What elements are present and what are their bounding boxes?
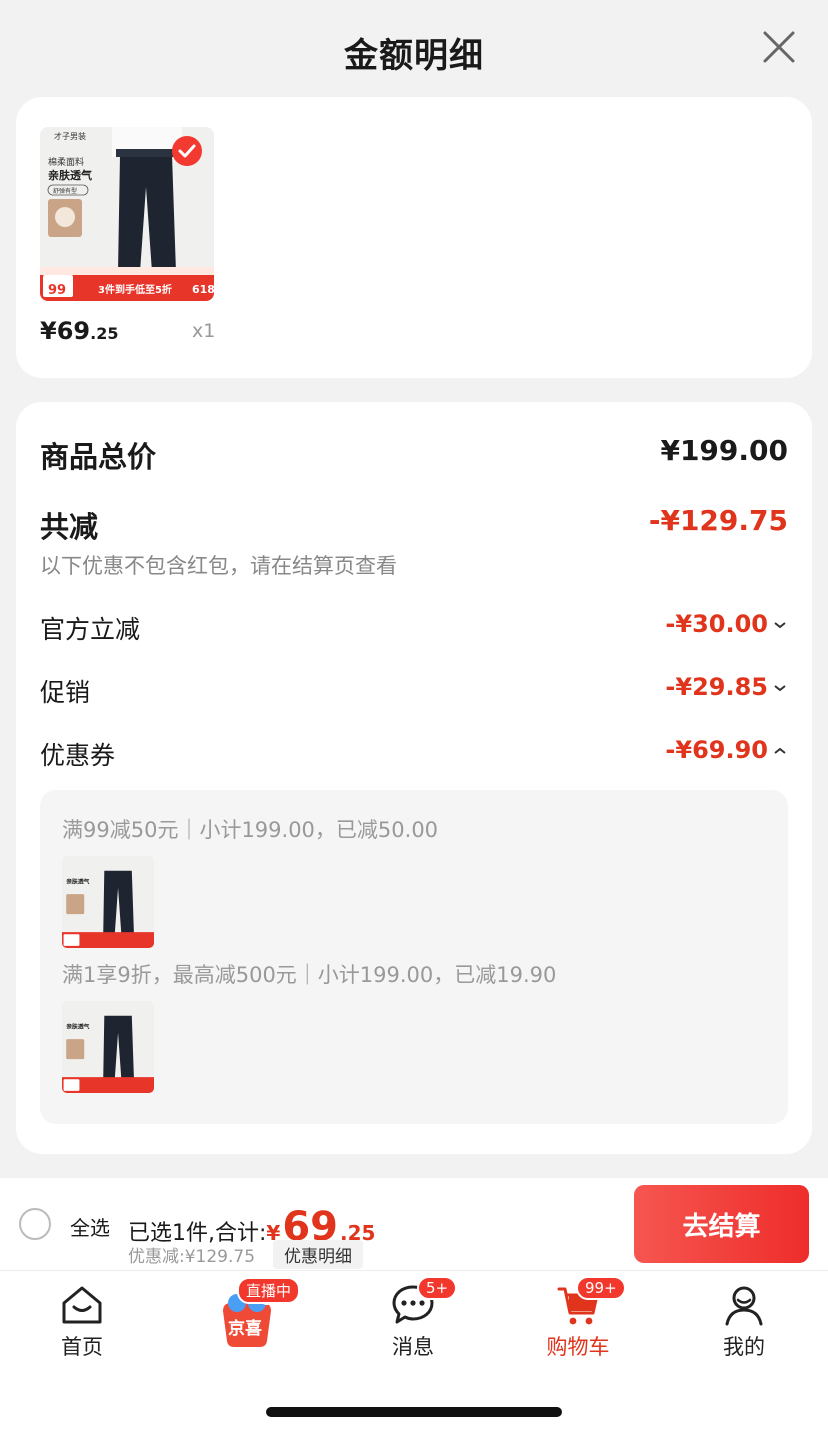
svg-text:亲肤透气: 亲肤透气	[48, 168, 92, 182]
discount-row: 共减 -¥129.75	[40, 504, 788, 544]
product-price: ¥69.25	[40, 317, 118, 345]
select-all-radio[interactable]	[19, 1208, 51, 1240]
coupon-details: 满99减50元｜小计199.00，已减50.00 亲肤透气 满1享9折，最高减5…	[40, 790, 788, 1124]
checkout-bar: 全选 已选1件,合计: ¥ 69 .25 优惠减:¥129.75 优惠明细 去结…	[0, 1178, 828, 1270]
product-quantity: x1	[192, 320, 216, 342]
discount-detail-button[interactable]: 优惠明细	[273, 1240, 363, 1269]
tab-profile[interactable]: 我的	[684, 1271, 804, 1371]
coupon-product-image: 亲肤透气	[62, 856, 154, 948]
select-all-label[interactable]: 全选	[70, 1212, 110, 1241]
live-badge: 直播中	[237, 1277, 301, 1304]
discount-item-official[interactable]: 官方立减 -¥30.00	[40, 610, 788, 646]
profile-icon	[725, 1286, 763, 1326]
discount-item-label: 优惠券	[40, 741, 116, 770]
discount-item-value: -¥29.85	[665, 673, 788, 701]
tab-label: 首页	[61, 1335, 103, 1359]
total-row: 商品总价 ¥199.00	[40, 434, 788, 474]
tab-home[interactable]: 首页	[22, 1271, 142, 1371]
page-title: 金额明细	[344, 36, 484, 76]
svg-text:3件到手低至5折: 3件到手低至5折	[98, 283, 172, 296]
discount-label: 共减	[40, 510, 99, 544]
checked-icon[interactable]	[171, 135, 203, 167]
coupon-product-image: 亲肤透气	[62, 1001, 154, 1093]
tab-messages[interactable]: 5+ 消息	[353, 1271, 473, 1371]
svg-text:99: 99	[48, 283, 66, 298]
discount-item-value: -¥69.90	[665, 736, 788, 764]
total-label: 商品总价	[40, 440, 157, 474]
tab-cart[interactable]: 99+ 购物车	[518, 1271, 638, 1371]
svg-text:618: 618	[192, 283, 214, 296]
tab-label: 我的	[723, 1335, 765, 1359]
tab-jingxi[interactable]: 京喜 直播中	[187, 1271, 307, 1371]
tab-label: 购物车	[546, 1335, 610, 1359]
tab-label: 京喜	[228, 1318, 262, 1339]
discount-item-label: 促销	[40, 678, 91, 707]
chevron-up-icon	[774, 747, 786, 754]
product-price-int: ¥69	[40, 317, 91, 345]
discount-value: -¥129.75	[648, 504, 788, 537]
close-icon[interactable]	[762, 30, 796, 64]
message-badge: 5+	[417, 1276, 458, 1300]
discount-item-promo[interactable]: 促销 -¥29.85	[40, 673, 788, 709]
discount-note: 以下优惠不包含红包，请在结算页查看	[40, 554, 397, 578]
summary-card: 商品总价 ¥199.00 共减 -¥129.75 以下优惠不包含红包，请在结算页…	[16, 402, 812, 1154]
svg-text:棉柔面料: 棉柔面料	[48, 156, 84, 168]
svg-text:舒弹有型: 舒弹有型	[53, 187, 77, 195]
coupon-rule: 满1享9折，最高减500元｜小计199.00，已减19.90	[62, 963, 557, 987]
cart-badge: 99+	[576, 1276, 626, 1300]
home-indicator[interactable]	[266, 1407, 562, 1417]
home-icon	[62, 1286, 102, 1324]
product-price-dec: .25	[90, 324, 119, 343]
product-card: 才子男装 棉柔面料 亲肤透气 舒弹有型 99 3件到手低至5折 618 ¥69.…	[16, 97, 812, 378]
discount-item-value: -¥30.00	[665, 610, 788, 638]
chevron-down-icon	[774, 685, 786, 692]
discount-item-coupon[interactable]: 优惠券 -¥69.90	[40, 736, 788, 772]
checkout-button[interactable]: 去结算	[634, 1185, 809, 1263]
discount-summary: 优惠减:¥129.75	[128, 1247, 256, 1267]
total-value: ¥199.00	[660, 434, 788, 467]
discount-item-label: 官方立减	[40, 615, 141, 644]
chevron-down-icon	[774, 622, 786, 629]
coupon-rule: 满99减50元｜小计199.00，已减50.00	[62, 818, 439, 842]
header: 金额明细	[0, 0, 828, 96]
svg-text:才子男装: 才子男装	[54, 131, 86, 141]
tab-label: 消息	[392, 1335, 434, 1359]
